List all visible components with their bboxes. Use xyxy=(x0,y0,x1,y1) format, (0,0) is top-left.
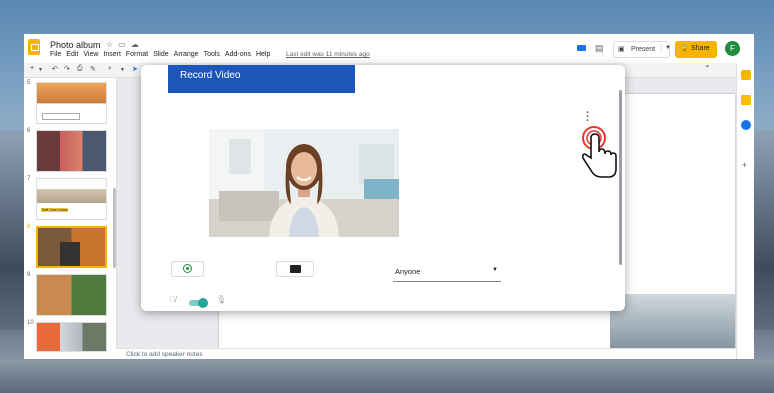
slide-number: 8 xyxy=(27,224,31,230)
comment-history-icon[interactable]: ▤ xyxy=(595,43,604,54)
right-side-panel: + xyxy=(736,63,754,359)
record-button[interactable] xyxy=(171,261,204,277)
record-video-dialog: Record Video · · · Anyone ▼ 🎙̸ 🎙 xyxy=(141,65,625,311)
new-slide-dropdown-icon[interactable]: ▼ xyxy=(38,67,43,73)
thumbnail-caption-box xyxy=(42,113,80,120)
mic-off-icon: 🎙̸ xyxy=(170,295,176,304)
dialog-header: Record Video xyxy=(168,65,355,93)
slide-thumbnail-5[interactable] xyxy=(36,82,107,124)
slide-thumbnail-8-selected[interactable] xyxy=(36,226,107,268)
last-edit-link[interactable]: Last edit was 11 minutes ago xyxy=(286,51,370,58)
desktop-background-left xyxy=(0,130,24,360)
menu-format[interactable]: Format xyxy=(126,51,148,58)
menu-insert[interactable]: Insert xyxy=(103,51,121,58)
audience-select-value: Anyone xyxy=(395,267,421,276)
mic-on-icon: 🎙 xyxy=(216,295,227,304)
slide-thumbnail-9[interactable] xyxy=(36,274,107,316)
slide-number: 6 xyxy=(27,128,31,134)
present-icon: ▣ xyxy=(618,46,625,53)
slide-number: 7 xyxy=(27,176,31,182)
thumbnail-caption: Soft Cool Colors xyxy=(41,208,69,212)
present-button[interactable]: ▣ Present ▼ xyxy=(613,41,671,58)
zoom-icon[interactable]: ⌕ xyxy=(108,65,112,73)
menu-bar: File Edit View Insert Format Slide Arran… xyxy=(50,51,270,58)
webcam-woman-image xyxy=(209,129,399,237)
new-slide-icon[interactable]: + xyxy=(30,65,34,72)
folder-icon[interactable]: ▭ xyxy=(118,40,126,49)
redo-icon[interactable]: ↷ xyxy=(64,65,70,73)
menu-file[interactable]: File xyxy=(50,51,61,58)
speaker-notes-bar[interactable]: Click to add speaker notes xyxy=(116,348,736,359)
top-bar: Photo album ☆ ▭ ☁ File Edit View Insert … xyxy=(24,34,754,62)
menu-view[interactable]: View xyxy=(83,51,98,58)
screen-share-icon xyxy=(290,265,301,273)
lock-icon: 🔒 xyxy=(680,45,689,52)
title-actions: ☆ ▭ ☁ xyxy=(106,40,139,49)
more-options-icon[interactable]: · · · xyxy=(586,108,590,127)
present-label: Present xyxy=(631,46,656,53)
filmstrip-scrollbar[interactable] xyxy=(113,188,116,268)
click-hand-pointer-icon xyxy=(581,126,617,178)
slide-number: 9 xyxy=(27,272,31,278)
microphone-toggle[interactable] xyxy=(189,298,208,308)
calendar-icon[interactable] xyxy=(741,95,751,105)
cloud-icon[interactable]: ☁ xyxy=(131,40,139,49)
print-icon[interactable]: ⎙ xyxy=(77,65,83,73)
present-dropdown-icon[interactable]: ▼ xyxy=(661,45,671,51)
record-icon xyxy=(183,264,192,273)
slide-thumbnail-7[interactable]: Soft Cool Colors xyxy=(36,178,107,220)
share-button[interactable]: 🔒 Share xyxy=(675,41,717,58)
slide-number: 5 xyxy=(27,80,31,86)
zoom-dropdown-icon[interactable]: ▼ xyxy=(120,67,125,73)
meet-camera-icon[interactable] xyxy=(577,45,586,51)
menu-help[interactable]: Help xyxy=(256,51,270,58)
paint-format-icon[interactable]: ✎ xyxy=(90,65,96,73)
menu-addons[interactable]: Add-ons xyxy=(225,51,251,58)
audience-select[interactable]: Anyone ▼ xyxy=(393,261,501,282)
keep-icon[interactable] xyxy=(741,70,751,80)
slide-number: 10 xyxy=(27,320,34,326)
select-cursor-icon[interactable]: ➤ xyxy=(132,65,138,73)
tasks-icon[interactable] xyxy=(741,120,751,130)
slide-thumbnail-6[interactable] xyxy=(36,130,107,172)
share-label: Share xyxy=(691,45,710,52)
chevron-down-icon: ▼ xyxy=(492,267,498,273)
undo-icon[interactable]: ↶ xyxy=(52,65,58,73)
menu-tools[interactable]: Tools xyxy=(204,51,220,58)
screen-share-button[interactable] xyxy=(276,261,314,277)
slide-filmstrip: 5 6 7 Soft Cool Colors 8 9 10 xyxy=(24,78,117,352)
camera-preview xyxy=(209,129,399,237)
menu-arrange[interactable]: Arrange xyxy=(174,51,199,58)
document-title[interactable]: Photo album xyxy=(50,40,101,50)
slide-thumbnail-10[interactable] xyxy=(36,322,107,352)
account-avatar[interactable]: F xyxy=(725,41,740,56)
star-icon[interactable]: ☆ xyxy=(106,40,113,49)
speaker-notes-placeholder: Click to add speaker notes xyxy=(126,351,203,358)
menu-slide[interactable]: Slide xyxy=(153,51,169,58)
add-addon-icon[interactable]: + xyxy=(742,160,747,170)
collapse-toolbar-icon[interactable]: ⌃ xyxy=(704,64,711,73)
thumbnail-photo xyxy=(60,242,80,266)
menu-edit[interactable]: Edit xyxy=(66,51,78,58)
desktop-background-right xyxy=(754,130,774,360)
dialog-title: Record Video xyxy=(180,70,241,81)
slides-logo-icon[interactable] xyxy=(28,39,40,55)
